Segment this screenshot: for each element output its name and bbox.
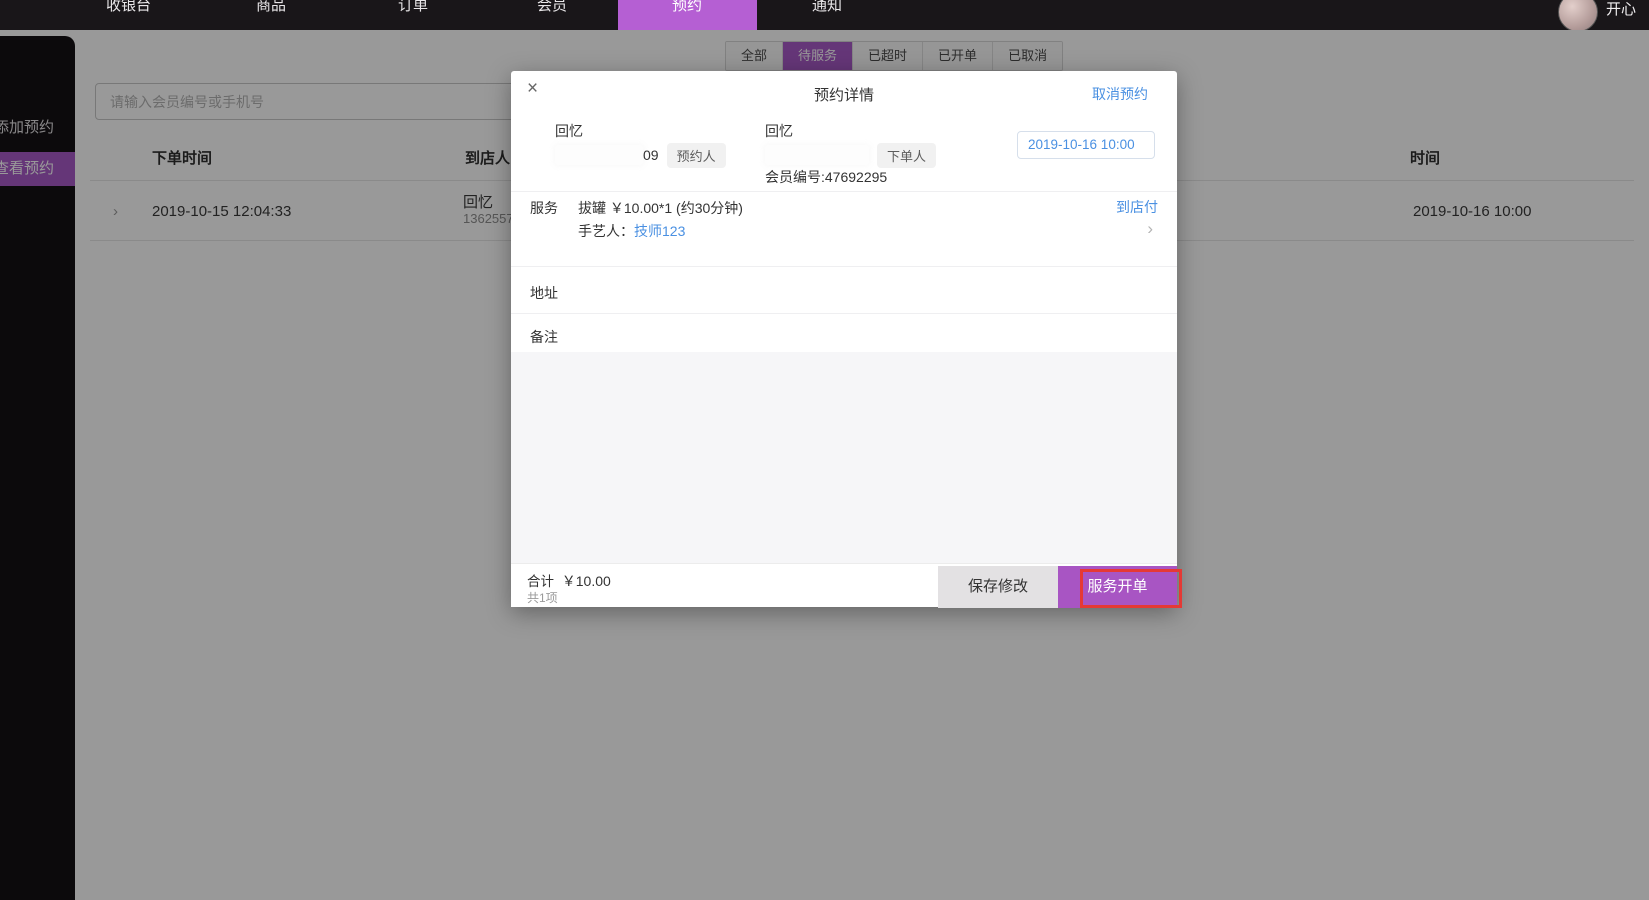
artisan-link[interactable]: 技师123: [634, 223, 685, 239]
booker-name: 回忆: [555, 123, 583, 139]
service-chevron-icon[interactable]: ›: [1147, 219, 1153, 239]
member-number: 会员编号:47692295: [765, 169, 888, 185]
nav-item-cashier[interactable]: 收银台: [106, 0, 151, 15]
nav-item-products[interactable]: 商品: [256, 0, 286, 15]
orderer-name: 回忆: [765, 123, 793, 139]
service-label: 服务: [530, 200, 558, 216]
nav-item-appointments[interactable]: 预约: [672, 0, 702, 15]
nav-item-notifications[interactable]: 通知: [812, 0, 842, 15]
pay-at-store-link[interactable]: 到店付: [1116, 197, 1158, 217]
service-item: 拔罐 ￥10.00*1 (约30分钟): [578, 200, 743, 216]
redacted-phone: [765, 145, 869, 165]
orderer-phone-line: 下单人: [765, 142, 937, 168]
divider: [511, 266, 1177, 267]
service-artisan-line: 手艺人：技师123: [578, 221, 685, 241]
top-navbar: 收银台 商品 订单 会员 预约 通知 开心: [0, 0, 1649, 30]
appointment-time-input[interactable]: 2019-10-16 10:00: [1017, 131, 1155, 159]
total-amount: ￥10.00: [561, 573, 611, 589]
divider: [511, 191, 1177, 192]
booker-phone-line: 09 预约人: [555, 142, 726, 168]
artisan-label: 手艺人：: [578, 223, 634, 239]
remark-label: 备注: [530, 329, 558, 345]
user-avatar[interactable]: [1558, 0, 1598, 30]
booker-tag-badge: 预约人: [666, 142, 726, 168]
total-line: 合计 ￥10.00: [527, 570, 611, 591]
divider: [511, 313, 1177, 314]
user-name[interactable]: 开心: [1606, 0, 1636, 19]
total-label: 合计: [527, 574, 554, 589]
address-label: 地址: [530, 285, 558, 301]
redacted-phone: [555, 145, 643, 165]
appointment-detail-modal: × 预约详情 取消预约 回忆 09 预约人 回忆 下单人 会员编号:476922…: [511, 71, 1177, 608]
modal-title: 预约详情: [813, 87, 874, 104]
nav-item-members[interactable]: 会员: [537, 0, 567, 15]
item-count: 共1项: [527, 591, 558, 605]
save-changes-button[interactable]: 保存修改: [938, 566, 1058, 608]
highlight-red-box: [1080, 569, 1182, 608]
modal-footer: 合计 ￥10.00 共1项 保存修改 服务开单: [511, 563, 1177, 608]
cancel-appointment-link[interactable]: 取消预约: [1092, 84, 1148, 104]
modal-empty-area: [511, 352, 1177, 563]
orderer-tag-badge: 下单人: [877, 142, 937, 168]
screen: 收银台 商品 订单 会员 预约 通知 开心 添加预约 查看预约 全部 待服务 已…: [0, 0, 1649, 900]
booker-phone-suffix: 09: [643, 147, 659, 163]
nav-item-orders[interactable]: 订单: [398, 0, 428, 15]
